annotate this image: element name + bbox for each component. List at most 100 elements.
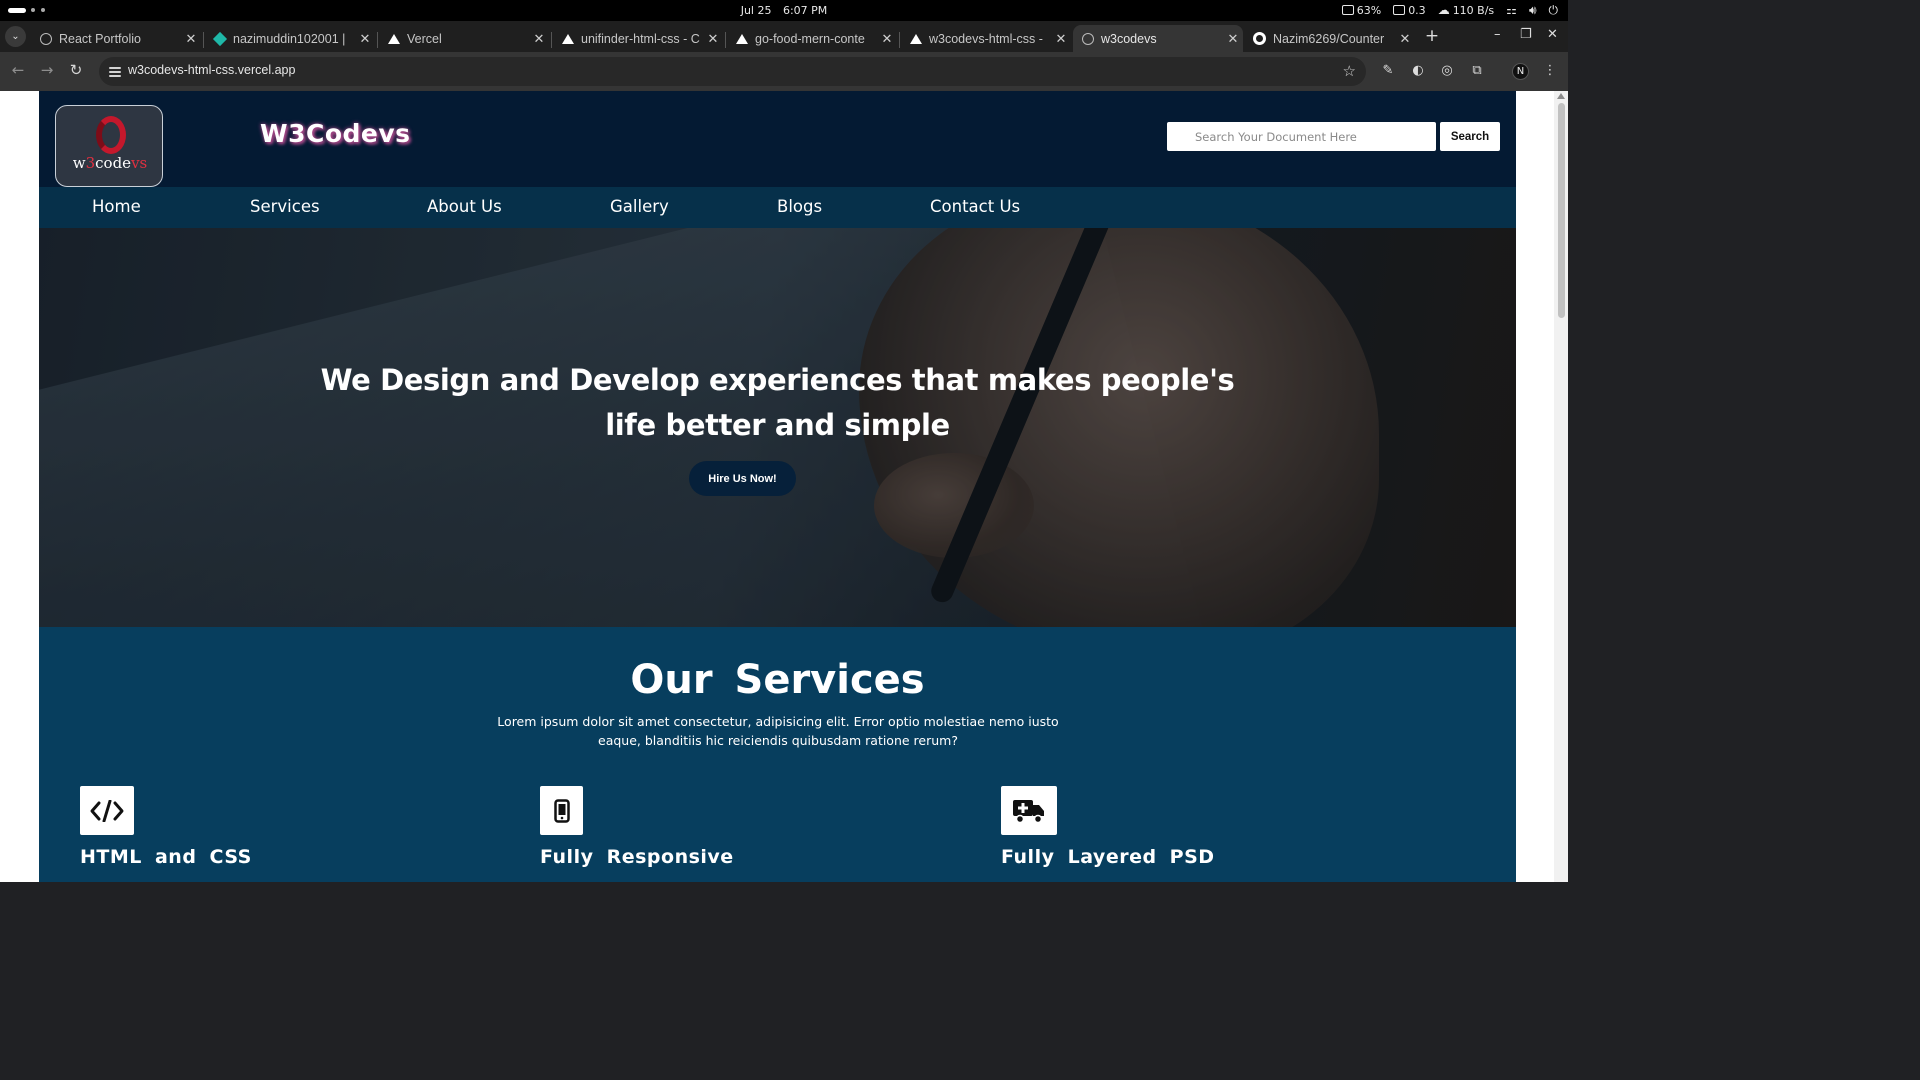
- vercel-icon: [735, 32, 748, 45]
- main-navigation: Home Services About Us Gallery Blogs Con…: [39, 187, 1516, 228]
- service-title: Fully Responsive: [540, 846, 734, 868]
- extensions-puzzle-icon[interactable]: ⧉: [1469, 63, 1485, 79]
- eyedropper-extension-icon[interactable]: ✎: [1380, 63, 1396, 79]
- battery-indicator: 63%: [1341, 3, 1382, 17]
- diamond-icon: [212, 31, 227, 46]
- tab-nazimuddin[interactable]: nazimuddin102001 | ✕: [205, 25, 375, 52]
- dark-mode-extension-icon[interactable]: ◐: [1410, 63, 1426, 79]
- search-button[interactable]: Search: [1440, 122, 1500, 151]
- truck-medical-icon: [1001, 786, 1057, 835]
- close-window-button[interactable]: ✕: [1547, 27, 1558, 42]
- tab-github-counter[interactable]: Nazim6269/Counter ✕: [1245, 25, 1415, 52]
- cpu-indicator: 0.3: [1393, 4, 1426, 17]
- brand-name: W3Codevs: [260, 119, 411, 148]
- nav-services[interactable]: Services: [250, 197, 320, 216]
- tab-w3codevs-html-css[interactable]: w3codevs-html-css - ✕: [901, 25, 1071, 52]
- tab-title: React Portfolio: [59, 31, 141, 46]
- os-date: Jul 25: [740, 4, 772, 17]
- os-top-bar: Jul 25 6:07 PM 63% 0.3 ☁ 110 B/s ⚏ 🔊︎ ⏻: [0, 0, 1568, 21]
- nav-gallery[interactable]: Gallery: [610, 197, 669, 216]
- monitor-icon: [1393, 5, 1406, 15]
- network-label: 110 B/s: [1452, 3, 1495, 17]
- close-icon[interactable]: ✕: [355, 31, 375, 47]
- globe-icon: [39, 32, 52, 45]
- browser-menu-icon[interactable]: ⋮: [1542, 63, 1558, 79]
- tab-title: go-food-mern-conte: [755, 31, 865, 46]
- scrollbar-thumb[interactable]: [1558, 103, 1565, 318]
- tab-divider: [551, 32, 552, 48]
- close-icon[interactable]: ✕: [1223, 31, 1243, 47]
- page-viewport: w3codevs W3Codevs Search Home Services A…: [0, 91, 1568, 882]
- maximize-button[interactable]: ❐: [1520, 27, 1532, 42]
- tab-unifinder[interactable]: unifinder-html-css - C ✕: [553, 25, 723, 52]
- vercel-icon: [561, 32, 574, 45]
- profile-avatar[interactable]: N: [1512, 63, 1529, 80]
- network-speed-indicator: ☁ 110 B/s: [1438, 3, 1494, 17]
- tab-w3codevs[interactable]: w3codevs ✕: [1073, 25, 1243, 52]
- site-info-icon[interactable]: [109, 65, 121, 77]
- power-icon: ⏻: [1548, 3, 1559, 17]
- tab-title: nazimuddin102001 |: [233, 31, 346, 46]
- github-icon: [1253, 32, 1266, 45]
- close-icon[interactable]: ✕: [181, 31, 201, 47]
- close-icon[interactable]: ✕: [703, 31, 723, 47]
- logo-swirl-icon: [96, 116, 126, 154]
- mobile-icon: [540, 786, 583, 835]
- nav-blogs[interactable]: Blogs: [777, 197, 822, 216]
- nav-home[interactable]: Home: [92, 197, 141, 216]
- tab-vercel[interactable]: Vercel ✕: [379, 25, 549, 52]
- close-icon[interactable]: ✕: [529, 31, 549, 47]
- url-text[interactable]: w3codevs-html-css.vercel.app: [128, 63, 295, 77]
- back-button[interactable]: ←: [9, 61, 27, 79]
- nav-about-us[interactable]: About Us: [427, 197, 502, 216]
- os-time: 6:07 PM: [782, 4, 828, 17]
- volume-icon: 🔊︎: [1528, 3, 1537, 17]
- hire-us-button[interactable]: Hire Us Now!: [689, 461, 796, 496]
- code-icon: [80, 786, 134, 835]
- nav-contact-us[interactable]: Contact Us: [930, 197, 1020, 216]
- hero-headline: We Design and Develop experiences that m…: [320, 363, 1235, 442]
- tab-divider: [377, 32, 378, 48]
- vercel-icon: [909, 32, 922, 45]
- battery-icon: [1341, 5, 1354, 15]
- site-logo[interactable]: w3codevs: [55, 105, 163, 187]
- logo-wordmark: w3codevs: [72, 154, 148, 172]
- tab-divider: [899, 32, 900, 48]
- website: w3codevs W3Codevs Search Home Services A…: [39, 91, 1516, 882]
- new-tab-button[interactable]: +: [1424, 26, 1440, 46]
- battery-label: 63%: [1356, 3, 1382, 17]
- hero-section: We Design and Develop experiences that m…: [39, 228, 1516, 627]
- bookmark-star-icon[interactable]: ☆: [1343, 62, 1356, 80]
- service-title: Fully Layered PSD: [1001, 846, 1215, 868]
- close-icon[interactable]: ✕: [1051, 31, 1071, 47]
- services-section: Our Services Lorem ipsum dolor sit amet …: [39, 627, 1516, 882]
- services-title: Our Services: [630, 657, 925, 703]
- target-extension-icon[interactable]: ◎: [1439, 63, 1455, 79]
- page-scrollbar[interactable]: [1554, 91, 1568, 882]
- os-clock[interactable]: Jul 25 6:07 PM: [0, 4, 1568, 17]
- network-icon: ⚏: [1506, 3, 1517, 17]
- reload-button[interactable]: ↻: [67, 61, 85, 79]
- scroll-up-arrow-icon[interactable]: [1557, 93, 1565, 99]
- site-header: w3codevs W3Codevs Search: [39, 91, 1516, 187]
- tab-divider: [203, 32, 204, 48]
- globe-icon: [1081, 32, 1094, 45]
- address-bar[interactable]: w3codevs-html-css.vercel.app ☆: [99, 57, 1366, 86]
- vercel-icon: [387, 32, 400, 45]
- tab-title: unifinder-html-css - C: [581, 31, 700, 46]
- tab-react-portfolio[interactable]: React Portfolio ✕: [31, 25, 201, 52]
- minimize-button[interactable]: –: [1494, 27, 1501, 42]
- tab-go-food[interactable]: go-food-mern-conte ✕: [727, 25, 897, 52]
- tab-title: Nazim6269/Counter: [1273, 31, 1385, 46]
- browser-tab-strip: ⌄ React Portfolio ✕ nazimuddin102001 | ✕…: [0, 21, 1568, 52]
- forward-button[interactable]: →: [38, 61, 56, 79]
- system-tray[interactable]: 63% 0.3 ☁ 110 B/s ⚏ 🔊︎ ⏻: [1341, 3, 1559, 17]
- close-icon[interactable]: ✕: [877, 31, 897, 47]
- tab-search-button[interactable]: ⌄: [5, 26, 26, 47]
- search-input[interactable]: [1167, 122, 1436, 151]
- tab-title: w3codevs: [1101, 31, 1157, 46]
- tab-divider: [725, 32, 726, 48]
- cloud-upload-icon: ☁: [1437, 3, 1450, 17]
- close-icon[interactable]: ✕: [1395, 31, 1415, 47]
- tab-title: w3codevs-html-css -: [929, 31, 1043, 46]
